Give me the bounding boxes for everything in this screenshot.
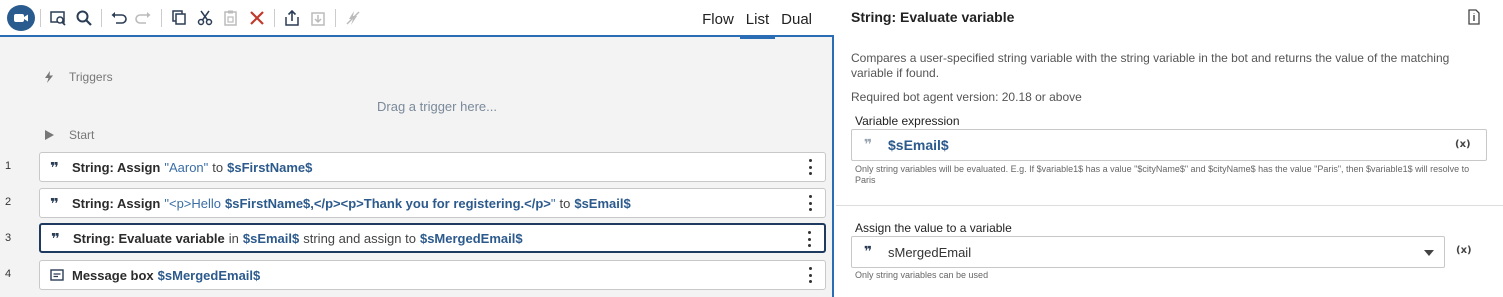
variable-expression-value: $sEmail$ (888, 137, 949, 153)
export-icon[interactable] (280, 6, 304, 30)
action-literal-close: " (550, 195, 556, 211)
panel-title: String: Evaluate variable (851, 9, 1015, 25)
more-options-icon[interactable] (808, 231, 812, 247)
find-icon[interactable] (46, 6, 70, 30)
action-variable: $sMergedEmail$ (157, 267, 261, 283)
action-row-string-evaluate[interactable]: ❞ String: Evaluate variable in $sEmail$ … (39, 223, 826, 253)
more-options-icon[interactable] (809, 195, 813, 211)
triggers-section: Triggers (43, 70, 113, 84)
tab-list[interactable]: List (739, 0, 776, 39)
toolbar: Flow List Dual (0, 0, 834, 39)
tab-flow[interactable]: Flow (696, 0, 740, 37)
action-variable: $sEmail$ (574, 195, 631, 211)
properties-panel: String: Evaluate variable Compares a use… (836, 0, 1503, 297)
record-icon[interactable] (7, 5, 35, 31)
disable-icon[interactable] (341, 6, 365, 30)
quote-icon: ❞ (50, 194, 59, 213)
message-box-icon (50, 269, 72, 281)
quote-icon: ❞ (50, 158, 59, 177)
version-requirement: Required bot agent version: 20.18 or abo… (851, 90, 1082, 104)
import-icon[interactable] (306, 6, 330, 30)
action-title: String: Assign (72, 195, 161, 211)
redo-icon[interactable] (132, 6, 156, 30)
variable-expression-input[interactable]: ❞ $sEmail$ (851, 129, 1487, 161)
line-number: 4 (5, 268, 12, 280)
action-variable: $sMergedEmail$ (419, 230, 523, 246)
action-literal-rest: ,</p><p>Thank you for registering.</p> (310, 195, 551, 211)
trigger-drop-zone[interactable]: Drag a trigger here... (40, 99, 834, 114)
play-icon (45, 130, 54, 140)
action-title: String: Evaluate variable (73, 230, 225, 246)
action-title: Message box (72, 267, 154, 283)
document-icon[interactable] (1467, 9, 1481, 25)
quote-icon: ❞ (51, 229, 60, 248)
section-divider (836, 205, 1503, 206)
assign-variable-select[interactable]: ❞ sMergedEmail (851, 236, 1445, 268)
delete-icon[interactable] (245, 6, 269, 30)
assign-variable-label: Assign the value to a variable (855, 221, 1012, 235)
view-tabs: Flow List Dual (696, 0, 818, 39)
action-row-message-box[interactable]: Message box $sMergedEmail$ (39, 260, 826, 290)
variable-expression-hint: Only string variables will be evaluated.… (855, 164, 1470, 185)
action-literal: "Aaron" (164, 159, 209, 175)
bot-editor-canvas: Flow List Dual Triggers Drag a trigger h… (0, 0, 834, 297)
line-number: 1 (5, 160, 12, 172)
action-variable: $sFirstName$ (227, 159, 313, 175)
more-options-icon[interactable] (809, 267, 813, 283)
quote-icon: ❞ (864, 137, 873, 153)
chevron-down-icon[interactable] (1424, 250, 1434, 256)
lightning-icon (45, 71, 53, 83)
search-icon[interactable] (72, 6, 96, 30)
assign-variable-hint: Only string variables can be used (855, 270, 989, 280)
action-literal-variable: $sFirstName$ (225, 195, 311, 211)
undo-icon[interactable] (106, 6, 130, 30)
action-row-string-assign[interactable]: ❞ String: Assign "<p>Hello $sFirstName$ ,<… (39, 188, 826, 218)
line-number: 3 (5, 232, 12, 244)
action-variable: $sEmail$ (242, 230, 300, 246)
cut-icon[interactable] (193, 6, 217, 30)
action-connector: string and assign to (303, 230, 416, 246)
copy-icon[interactable] (167, 6, 191, 30)
action-connector: in (228, 230, 239, 246)
paste-icon[interactable] (219, 6, 243, 30)
action-literal: "<p>Hello (164, 195, 222, 211)
create-variable-button[interactable]: (x) (1456, 245, 1472, 256)
quote-icon: ❞ (864, 244, 873, 260)
action-connector: to (212, 159, 224, 175)
line-number: 2 (5, 196, 12, 208)
triggers-label: Triggers (69, 70, 113, 84)
tab-dual[interactable]: Dual (775, 0, 818, 37)
start-section: Start (43, 128, 94, 142)
insert-variable-button[interactable]: (x) (1455, 139, 1471, 150)
panel-header: String: Evaluate variable (836, 0, 1503, 36)
action-row-string-assign[interactable]: ❞ String: Assign "Aaron" to $sFirstName$ (39, 152, 826, 182)
variable-expression-label: Variable expression (855, 114, 960, 128)
start-label: Start (69, 128, 95, 142)
more-options-icon[interactable] (809, 159, 813, 175)
action-connector: to (559, 195, 571, 211)
action-title: String: Assign (72, 159, 161, 175)
action-description: Compares a user-specified string variabl… (851, 51, 1450, 80)
assign-variable-value: sMergedEmail (888, 244, 972, 260)
